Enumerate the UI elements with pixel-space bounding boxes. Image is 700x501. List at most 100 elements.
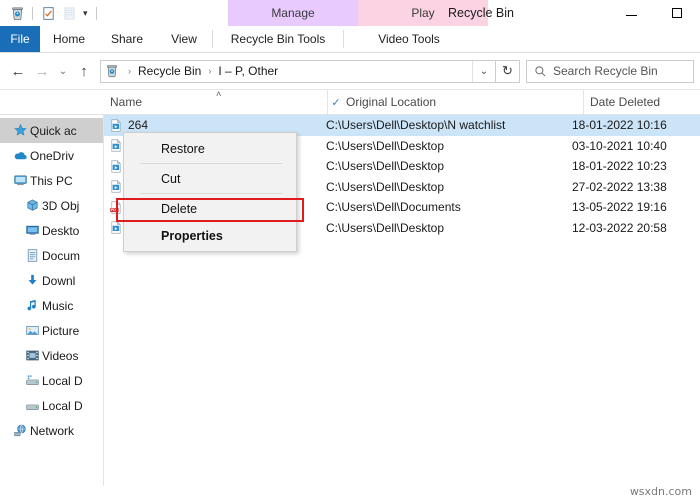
file-location: C:\Users\Dell\Desktop: [326, 138, 445, 153]
file-date-deleted: 27-02-2022 13:38: [572, 179, 667, 194]
network-icon: [10, 423, 30, 438]
sidebar-item-label: Videos: [42, 348, 79, 363]
file-date-deleted: 18-01-2022 10:16: [572, 118, 667, 133]
back-button[interactable]: ←: [6, 59, 30, 83]
sidebar-item-network[interactable]: Network: [0, 418, 103, 443]
sidebar-item-label: Local D: [42, 398, 83, 413]
toolbar-divider: [32, 6, 33, 20]
maximize-icon: [672, 8, 682, 18]
tab-home[interactable]: Home: [40, 26, 98, 52]
breadcrumb-separator-2: ›: [208, 66, 212, 76]
address-dropdown-icon[interactable]: ⌄: [472, 60, 495, 82]
sidebar-item-local-disk-2[interactable]: Local D: [0, 393, 103, 418]
window-controls: [608, 0, 700, 26]
sidebar-item-videos[interactable]: Videos: [0, 343, 103, 368]
tab-file[interactable]: File: [0, 26, 40, 52]
context-menu: Restore Cut Delete Properties: [123, 132, 297, 252]
title-bar: ▾ Manage Play Recycle Bin: [0, 0, 700, 26]
sidebar-item-label: OneDriv: [30, 148, 75, 163]
documents-icon: [22, 248, 42, 263]
context-menu-item-restore[interactable]: Restore: [124, 135, 296, 162]
file-date-deleted: 12-03-2022 20:58: [572, 220, 667, 235]
sidebar-item-local-disk-1[interactable]: Local D: [0, 368, 103, 393]
recent-locations-button[interactable]: ⌄: [54, 59, 72, 83]
sidebar-item-label: This PC: [30, 173, 73, 188]
empty-recycle-bin-icon[interactable]: [60, 4, 78, 22]
column-header-date-deleted[interactable]: Date Deleted: [584, 90, 700, 114]
column-header-original-location[interactable]: Original Location: [344, 90, 584, 114]
sidebar-item-label: Deskto: [42, 223, 80, 238]
column-header-name-label: Name: [110, 95, 143, 109]
file-location: C:\Users\Dell\Desktop: [326, 179, 445, 194]
sidebar-item-label: 3D Obj: [42, 198, 80, 213]
column-header-name[interactable]: Name ˄: [106, 89, 328, 114]
3d-objects-icon: [22, 198, 42, 213]
star-icon: [10, 123, 30, 138]
file-date-deleted: 18-01-2022 10:23: [572, 159, 667, 174]
sidebar-item-label: Docum: [42, 248, 81, 263]
tab-view[interactable]: View: [156, 26, 212, 52]
content-area: Quick ac OneDriv This PC 3D Obj Deskto D…: [0, 115, 700, 486]
quick-access-toolbar: ▾: [0, 4, 100, 22]
tab-recycle-bin-tools[interactable]: Recycle Bin Tools: [213, 26, 343, 52]
sidebar-item-label: Network: [30, 423, 75, 438]
window-title: Recycle Bin: [448, 6, 514, 20]
tab-video-tools[interactable]: Video Tools: [344, 26, 474, 52]
sidebar-item-music[interactable]: Music: [0, 293, 103, 318]
recycle-bin-icon[interactable]: [8, 4, 26, 22]
contextual-tab-manage[interactable]: Manage: [228, 0, 358, 26]
sidebar-item-label: Music: [42, 298, 74, 313]
sidebar-item-documents[interactable]: Docum: [0, 243, 103, 268]
video-file-icon: [104, 118, 128, 133]
sidebar-item-label: Picture: [42, 323, 80, 338]
cloud-icon: [10, 148, 30, 163]
computer-icon: [10, 173, 30, 188]
videos-icon: [22, 348, 42, 363]
context-menu-item-properties[interactable]: Properties: [124, 222, 296, 249]
customize-qat-caret-icon[interactable]: ▾: [81, 8, 90, 18]
svg-text:PDF: PDF: [111, 208, 118, 212]
forward-button[interactable]: →: [30, 59, 54, 83]
pictures-icon: [22, 323, 42, 338]
minimize-button[interactable]: [608, 0, 654, 26]
sidebar-item-downloads[interactable]: Downl: [0, 268, 103, 293]
file-date-deleted: 03-10-2021 10:40: [572, 138, 667, 153]
recycle-bin-breadcrumb-icon: [101, 64, 123, 78]
navigation-pane: Quick ac OneDriv This PC 3D Obj Deskto D…: [0, 115, 104, 486]
maximize-button[interactable]: [654, 0, 700, 26]
properties-icon[interactable]: [39, 4, 57, 22]
sidebar-item-desktop[interactable]: Deskto: [0, 218, 103, 243]
breadcrumb-bar[interactable]: › Recycle Bin › I – P, Other ⌄: [100, 59, 496, 83]
file-location: C:\Users\Dell\Desktop: [326, 159, 445, 174]
refresh-button[interactable]: ↻: [496, 59, 520, 83]
address-bar: ← → ⌄ ↑ › Recycle Bin › I – P, Other ⌄ ↻…: [0, 53, 700, 89]
sidebar-item-label: Quick ac: [30, 123, 77, 138]
context-menu-item-cut[interactable]: Cut: [124, 165, 296, 192]
column-header-check-icon: ✓: [331, 96, 341, 109]
desktop-icon: [22, 223, 42, 238]
local-disk-icon: [22, 398, 42, 413]
breadcrumb-separator-1: ›: [128, 66, 131, 76]
watermark: wsxdn.com: [629, 485, 692, 498]
search-box[interactable]: Search Recycle Bin: [526, 59, 694, 83]
breadcrumb-current-folder[interactable]: I – P, Other: [216, 64, 280, 78]
sidebar-item-label: Local D: [42, 373, 83, 388]
sidebar-item-onedrive[interactable]: OneDriv: [0, 143, 103, 168]
sidebar-item-this-pc[interactable]: This PC: [0, 168, 103, 193]
file-location: C:\Users\Dell\Documents: [326, 200, 461, 215]
file-date-deleted: 13-05-2022 19:16: [572, 200, 667, 215]
tab-share[interactable]: Share: [98, 26, 156, 52]
up-button[interactable]: ↑: [72, 59, 96, 83]
context-menu-item-delete[interactable]: Delete: [124, 195, 296, 222]
breadcrumb-recycle-bin[interactable]: Recycle Bin: [136, 64, 203, 78]
sidebar-item-quick-access[interactable]: Quick ac: [0, 118, 103, 143]
minimize-icon: [625, 15, 637, 16]
column-header-row: Name ˄ ✓ Original Location Date Deleted: [0, 89, 700, 115]
local-disk-icon: [22, 373, 42, 388]
music-icon: [22, 298, 42, 313]
downloads-icon: [22, 273, 42, 288]
sidebar-item-3d-objects[interactable]: 3D Obj: [0, 193, 103, 218]
search-placeholder: Search Recycle Bin: [553, 64, 658, 78]
context-menu-separator-1: [140, 163, 282, 164]
sidebar-item-pictures[interactable]: Picture: [0, 318, 103, 343]
